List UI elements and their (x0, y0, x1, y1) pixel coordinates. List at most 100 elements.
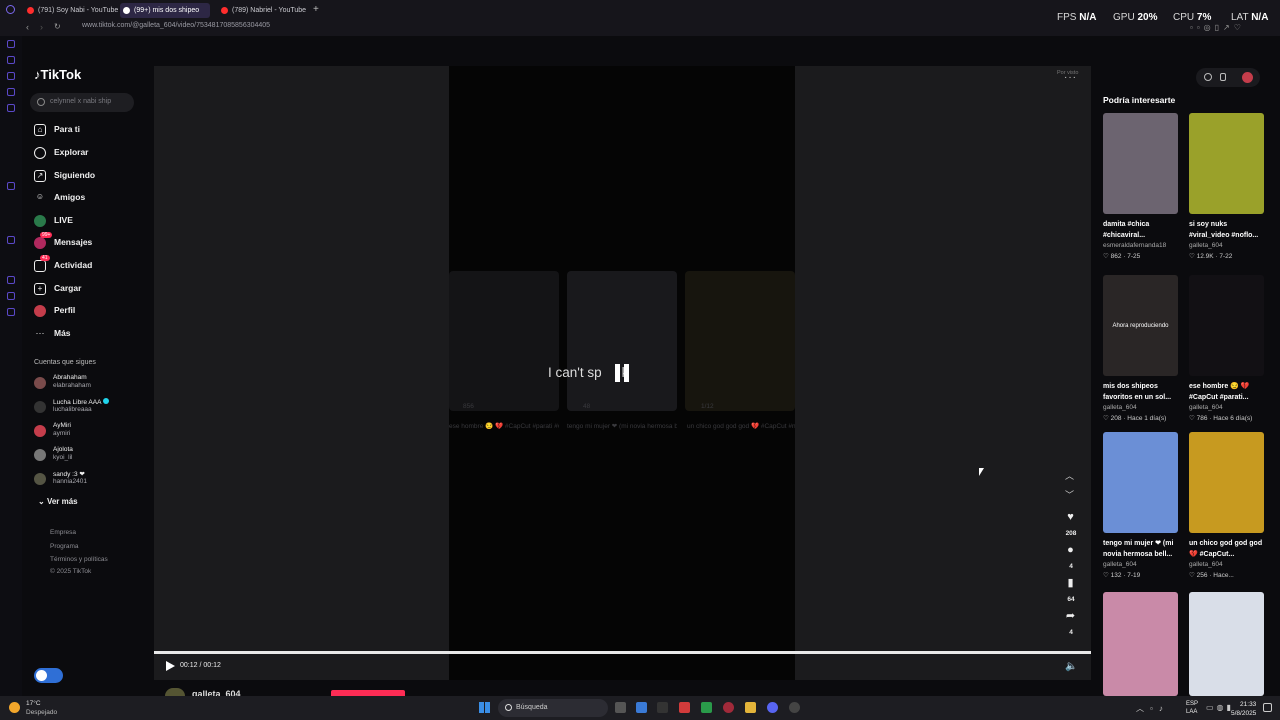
keyboard-language[interactable]: ESP LAA (1186, 700, 1198, 716)
nav-mensajes[interactable]: 99+ Mensajes (34, 232, 144, 251)
browser-menu-icon[interactable] (6, 5, 15, 14)
recommendation-title[interactable]: mis dos shipeos favoritos en un sol... (1103, 381, 1183, 403)
followed-account[interactable]: Lucha Libre AAA luchalibreaaa (34, 397, 144, 417)
recommendation-title[interactable]: damita #chica #chicaviral... (1103, 219, 1183, 241)
cpu-label: CPU (1173, 12, 1195, 23)
network-sound-icons[interactable]: ▭◍▮ (1206, 703, 1234, 712)
folder-icon[interactable] (745, 702, 756, 713)
nav-live[interactable]: LIVE (34, 213, 144, 229)
dock-app-icon[interactable] (7, 236, 15, 244)
user-avatar[interactable] (1242, 72, 1253, 83)
recommendation-user[interactable]: galleta_604 (1103, 404, 1137, 411)
share-icon[interactable]: ➦ (1064, 610, 1077, 622)
tab-tiktok-active[interactable]: (99+) mis dos shipeo (120, 3, 210, 18)
device-icon[interactable] (1220, 73, 1226, 81)
share-count: 4 (1069, 629, 1073, 636)
recommendation-user[interactable]: galleta_604 (1189, 242, 1223, 249)
recommendation-user[interactable]: galleta_604 (1103, 561, 1137, 568)
recommendation-thumbnail[interactable] (1189, 113, 1264, 214)
recommendation-thumbnail[interactable]: Ahora reproduciendo (1103, 275, 1178, 376)
footer-programa[interactable]: Programa (50, 543, 79, 550)
browser-taskbar-icon[interactable] (723, 702, 734, 713)
recommendation-thumbnail[interactable] (1103, 113, 1178, 214)
recommendation-user[interactable]: esmeraldafernanda18 (1103, 242, 1166, 249)
tiktok-logo[interactable]: ♪TikTok (34, 67, 81, 82)
footer-terminos[interactable]: Términos y políticas (50, 556, 108, 563)
recommendation-thumbnail[interactable] (1103, 592, 1178, 696)
dock-app-icon[interactable] (7, 72, 15, 80)
nav-cargar[interactable]: + Cargar (34, 281, 144, 297)
dock-app-icon[interactable] (7, 56, 15, 64)
next-video-icon[interactable]: ﹀ (1065, 488, 1074, 501)
like-icon[interactable]: ♥ (1064, 511, 1077, 523)
dock-app-icon[interactable] (7, 308, 15, 316)
recommendation-thumbnail[interactable] (1189, 275, 1264, 376)
weather-icon[interactable] (9, 702, 20, 713)
comment-icon[interactable]: ● (1064, 544, 1077, 556)
forward-icon[interactable]: › (40, 22, 43, 32)
followed-account[interactable]: Ajolota kyoi_lil (34, 445, 144, 465)
windows-start-icon[interactable] (479, 702, 490, 713)
recommendation-user[interactable]: galleta_604 (1189, 404, 1223, 411)
previous-video-icon[interactable]: ︿ (1065, 469, 1074, 482)
dock-app-icon[interactable] (7, 104, 15, 112)
back-icon[interactable]: ‹ (26, 22, 29, 32)
notification-icon[interactable] (1263, 703, 1272, 712)
dock-app-icon[interactable] (7, 182, 15, 190)
see-more-link[interactable]: ⌄ Ver más (38, 497, 78, 506)
nav-amigos[interactable]: ☺ Amigos (34, 190, 144, 206)
url-field[interactable]: www.tiktok.com/@galleta_604/video/753481… (82, 22, 270, 29)
app-icon[interactable] (657, 702, 668, 713)
app-icon[interactable] (679, 702, 690, 713)
footer-empresa[interactable]: Empresa (50, 529, 76, 536)
recommendation-thumbnail[interactable] (1189, 432, 1264, 533)
theme-toggle[interactable] (34, 668, 63, 683)
dock-app-icon[interactable] (7, 292, 15, 300)
nav-perfil[interactable]: Perfil (34, 303, 144, 319)
recommendation-title[interactable]: un chico god god god 💔 #CapCut... (1189, 538, 1269, 560)
tab-nabriel[interactable]: (789) Nabriel - YouTube (218, 3, 310, 18)
dock-app-icon[interactable] (7, 276, 15, 284)
play-icon[interactable] (166, 661, 175, 671)
app-icon[interactable] (636, 702, 647, 713)
recommendation-title[interactable]: ese hombre 😏 💔 #CapCut #parati... (1189, 381, 1269, 403)
ghost-caption: tengo mi mujer ❤ (mi novia hermosa bella… (567, 423, 677, 430)
system-clock[interactable]: 21:33 5/8/2025 (1231, 700, 1256, 718)
followed-account[interactable]: AyMiri aymiri (34, 421, 144, 441)
more-icon: ··· (35, 328, 45, 338)
followed-account[interactable]: sandy :3 ❤ hannia2401 (34, 469, 144, 489)
recommendation-title[interactable]: tengo mi mujer ❤ (mi novia hermosa bell.… (1103, 538, 1183, 560)
recommendation-thumbnail[interactable] (1103, 432, 1178, 533)
nav-actividad[interactable]: 41 Actividad (34, 255, 144, 274)
volume-icon[interactable]: 🔈 (1065, 661, 1077, 672)
tab-soy-nabi[interactable]: (791) Soy Nabi - YouTube (24, 3, 118, 18)
save-count: 64 (1067, 596, 1075, 603)
video-progress-bar[interactable] (154, 651, 1091, 654)
recommendation-thumbnail[interactable] (1189, 592, 1264, 696)
dock-app-icon[interactable] (7, 88, 15, 96)
app-icon[interactable] (789, 702, 800, 713)
avatar (34, 449, 46, 461)
recommendation-user[interactable]: galleta_604 (1189, 561, 1223, 568)
nav-explorar[interactable]: Explorar (34, 145, 144, 161)
reload-icon[interactable]: ↻ (54, 22, 61, 31)
search-input[interactable]: celynnel x nabi ship (30, 93, 134, 112)
recommendation-title[interactable]: si soy nuks #viral_video #noflo... (1189, 219, 1269, 241)
coin-icon[interactable] (1204, 73, 1212, 81)
bookmark-icon[interactable]: ▮ (1064, 577, 1077, 589)
new-tab-button[interactable]: + (313, 4, 319, 15)
more-options-icon[interactable]: ··· (1064, 72, 1077, 83)
taskbar-search[interactable]: Búsqueda (498, 699, 608, 717)
taskview-icon[interactable] (615, 702, 626, 713)
nav-para-ti[interactable]: ⌂ Para ti (34, 122, 144, 138)
app-icon[interactable] (701, 702, 712, 713)
followed-account[interactable]: Abrahaham elabrahaham (34, 373, 144, 393)
lat-readout: LAT N/A (1231, 12, 1268, 23)
nav-siguiendo[interactable]: ↗ Siguiendo (34, 168, 144, 184)
dock-app-icon[interactable] (7, 40, 15, 48)
author-avatar[interactable] (165, 688, 185, 696)
app-icon[interactable] (767, 702, 778, 713)
extension-icons[interactable]: ▫▫◎▯↗♡ (1190, 23, 1245, 32)
nav-mas[interactable]: ··· Más (34, 326, 144, 342)
tray-icons[interactable]: ︿▫♪ (1136, 703, 1169, 714)
